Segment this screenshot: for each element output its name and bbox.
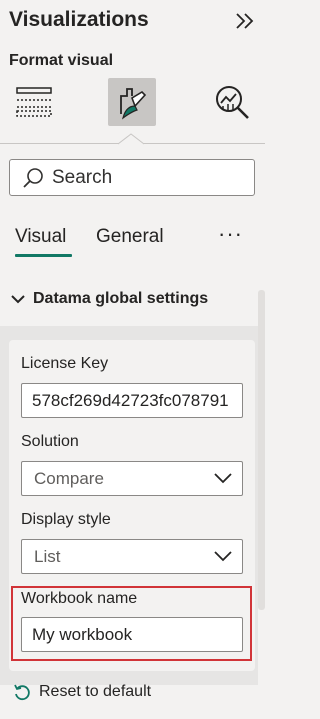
search-icon bbox=[23, 167, 43, 188]
format-visual-heading: Format visual bbox=[9, 52, 114, 69]
reset-to-default-button[interactable]: Reset to default bbox=[13, 683, 151, 701]
solution-label: Solution bbox=[21, 433, 79, 450]
display-style-label: Display style bbox=[21, 511, 111, 528]
build-visual-icon bbox=[16, 87, 52, 117]
tab-visual[interactable]: Visual bbox=[15, 226, 66, 248]
chevron-down-icon bbox=[11, 295, 25, 304]
chevron-down-icon bbox=[214, 551, 232, 562]
display-style-value: List bbox=[34, 546, 61, 566]
more-options-button[interactable]: ··· bbox=[218, 221, 243, 247]
analytics-tab[interactable] bbox=[206, 78, 258, 126]
reset-icon bbox=[14, 684, 30, 701]
analytics-magnifier-icon bbox=[216, 86, 249, 119]
workbook-name-label: Workbook name bbox=[21, 590, 138, 607]
license-key-input[interactable]: 578cf269d42723fc078791 bbox=[21, 383, 243, 418]
solution-value: Compare bbox=[34, 468, 104, 488]
build-visual-tab[interactable] bbox=[8, 78, 60, 126]
section-title: Datama global settings bbox=[33, 290, 209, 307]
section-datama-global-settings[interactable]: Datama global settings bbox=[0, 282, 258, 316]
scrollbar[interactable] bbox=[258, 290, 265, 610]
tab-general[interactable]: General bbox=[96, 226, 164, 248]
license-key-label: License Key bbox=[21, 355, 109, 372]
search-box[interactable] bbox=[9, 159, 255, 196]
workbook-name-input[interactable]: My workbook bbox=[21, 617, 243, 652]
format-paintbrush-icon bbox=[120, 88, 147, 120]
selected-tab-notch bbox=[118, 133, 144, 145]
double-chevron-right-icon bbox=[236, 13, 254, 29]
collapse-pane-button[interactable] bbox=[232, 9, 258, 33]
format-visual-tab[interactable] bbox=[108, 78, 156, 126]
search-input[interactable] bbox=[52, 166, 242, 189]
chevron-down-icon bbox=[214, 473, 232, 484]
pane-title: Visualizations bbox=[9, 8, 149, 31]
display-style-dropdown[interactable]: List bbox=[21, 539, 243, 574]
solution-dropdown[interactable]: Compare bbox=[21, 461, 243, 496]
reset-label: Reset to default bbox=[39, 683, 152, 700]
active-tab-underline bbox=[15, 254, 72, 257]
